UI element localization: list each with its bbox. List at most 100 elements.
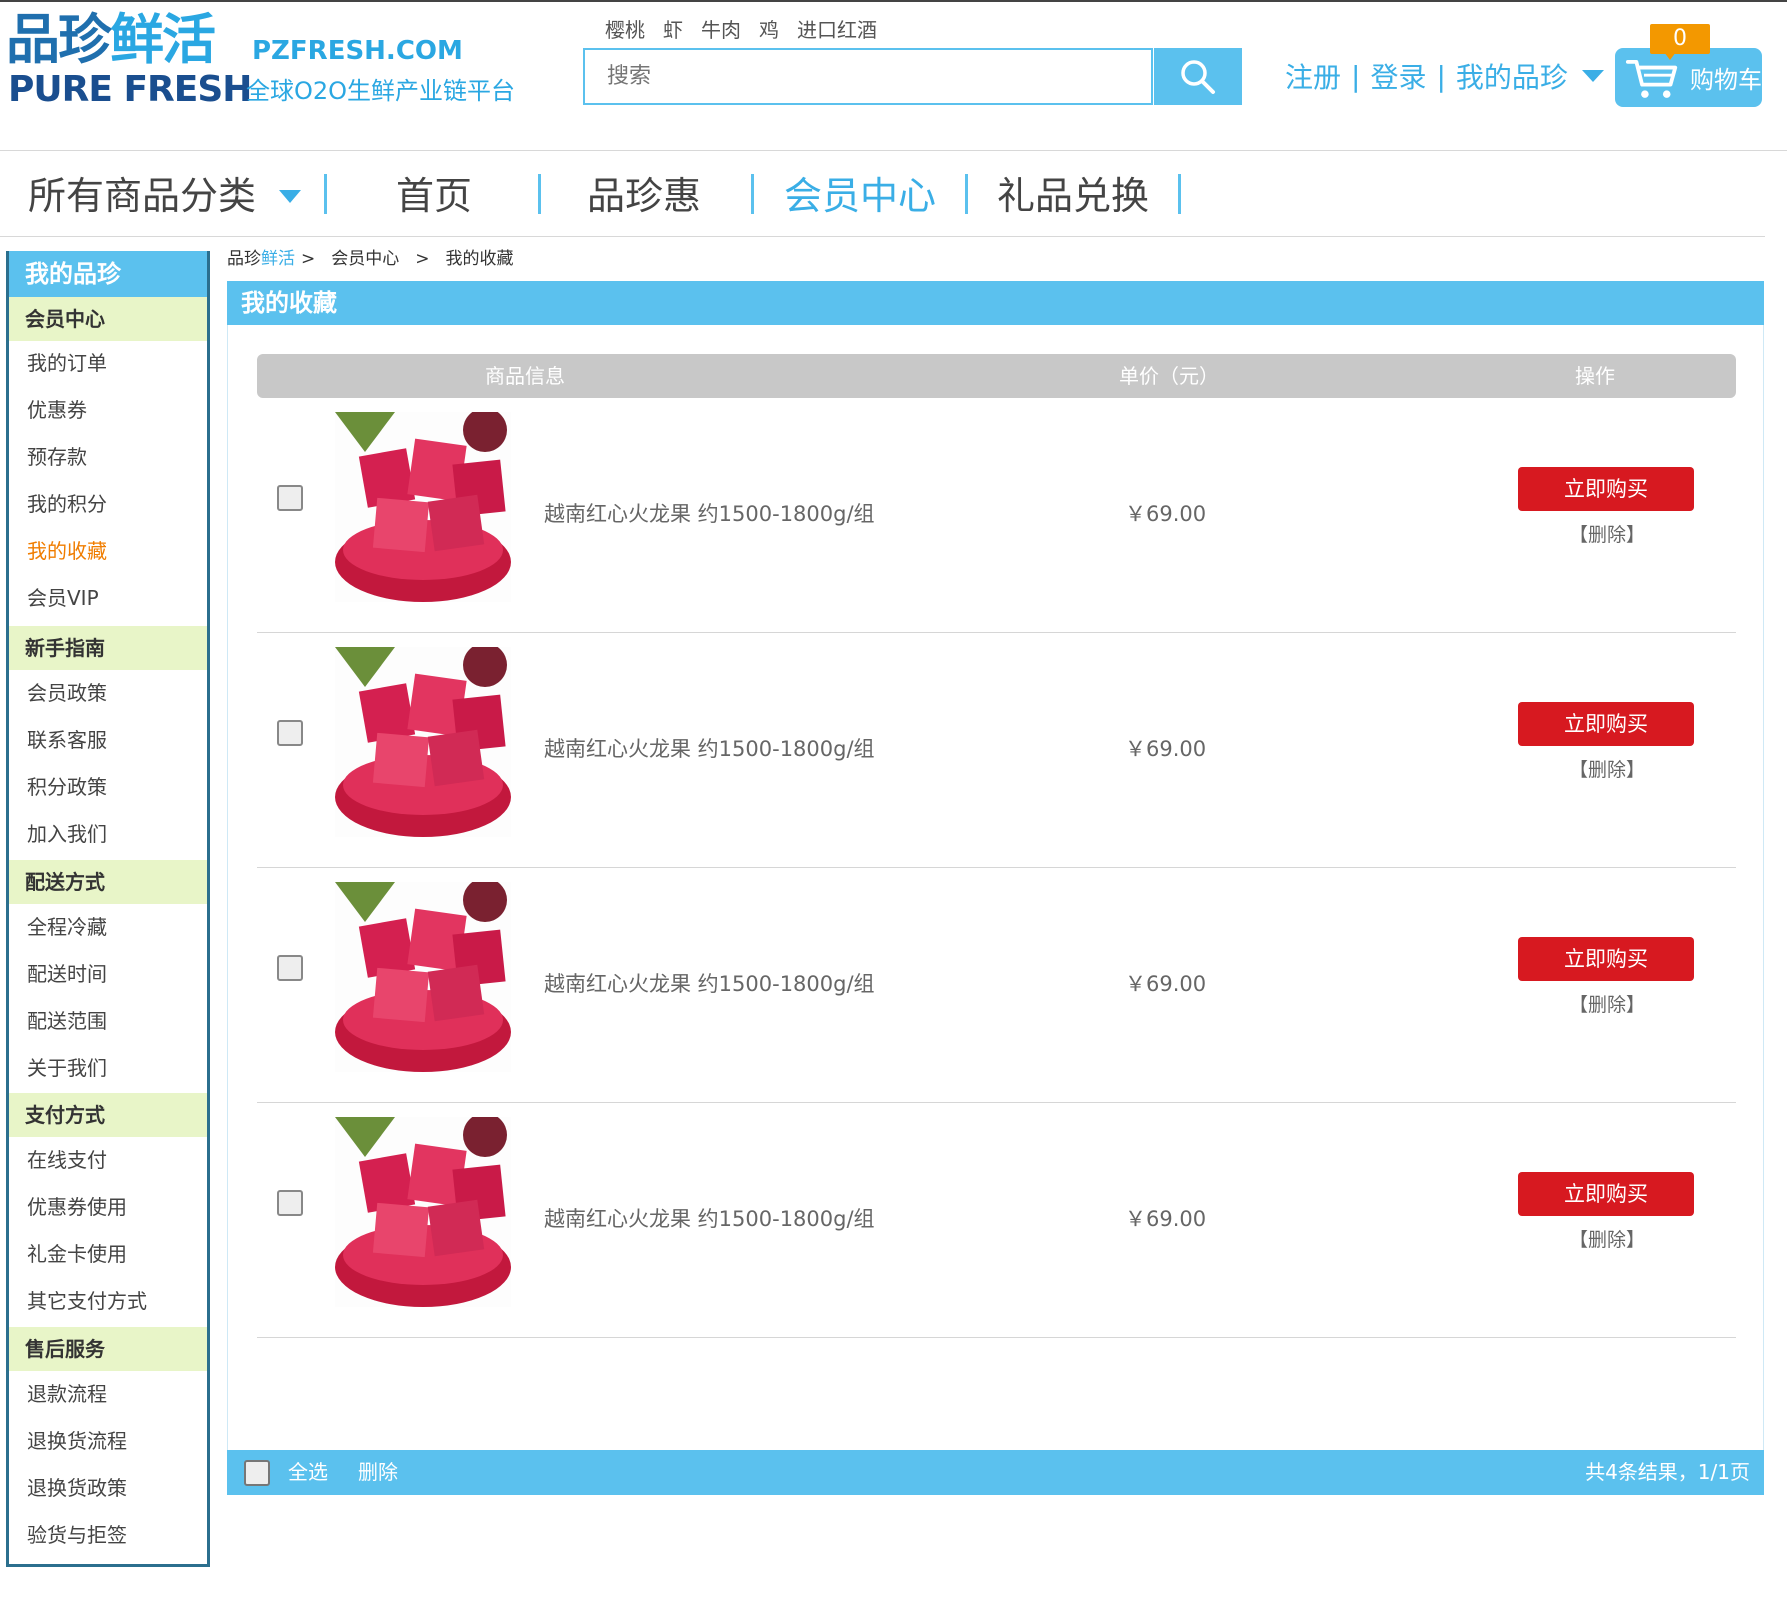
column-header-info: 商品信息 <box>485 364 565 388</box>
sidebar-item-about-us[interactable]: 关于我们 <box>9 1048 207 1088</box>
row-checkbox[interactable] <box>277 720 303 746</box>
nav-divider-line <box>0 236 1765 237</box>
separator: | <box>1436 59 1446 93</box>
product-price: ￥69.00 <box>1125 1207 1207 1231</box>
nav-gift-exchange[interactable]: 礼品兑换 <box>997 172 1149 220</box>
breadcrumb: 品珍鲜活 > 会员中心 > 我的收藏 <box>227 247 514 271</box>
register-link[interactable]: 注册 <box>1285 56 1341 96</box>
search-icon <box>1181 59 1215 94</box>
table-row: 越南红心火龙果 约1500-1800g/组 ￥69.00 立即购买 【删除】 <box>257 868 1736 1103</box>
breadcrumb-sep: > <box>415 249 430 269</box>
product-image[interactable] <box>335 882 511 1072</box>
sidebar-item-coupons[interactable]: 优惠券 <box>9 390 207 430</box>
sidebar-item-join-us[interactable]: 加入我们 <box>9 814 207 854</box>
sidebar-item-vip[interactable]: 会员VIP <box>9 578 207 618</box>
hot-word[interactable]: 樱桃 <box>605 14 645 44</box>
page-title: 我的收藏 <box>227 281 1764 325</box>
sidebar-item-member-policy[interactable]: 会员政策 <box>9 673 207 713</box>
product-image[interactable] <box>335 647 511 837</box>
buy-now-button[interactable]: 立即购买 <box>1518 467 1694 511</box>
logo-english: PURE FRESH <box>8 69 252 110</box>
row-checkbox[interactable] <box>277 955 303 981</box>
product-price: ￥69.00 <box>1125 972 1207 996</box>
logo[interactable]: 品珍鲜活 <box>6 10 216 70</box>
nav-divider <box>538 174 541 214</box>
cart-icon <box>1625 59 1678 98</box>
sidebar-item-delivery-time[interactable]: 配送时间 <box>9 954 207 994</box>
login-link[interactable]: 登录 <box>1370 56 1426 96</box>
hot-search-words: 樱桃 虾 牛肉 鸡 进口红酒 <box>605 14 877 44</box>
caret-down-icon[interactable] <box>1581 70 1604 82</box>
buy-now-button[interactable]: 立即购买 <box>1518 1172 1694 1216</box>
table-header: 商品信息 单价（元） 操作 <box>257 354 1736 398</box>
breadcrumb-member-center[interactable]: 会员中心 <box>331 247 399 271</box>
sidebar: 我的品珍 会员中心 我的订单 优惠券 预存款 我的积分 我的收藏 会员VIP 新… <box>6 251 210 1567</box>
my-pinzhen-link[interactable]: 我的品珍 <box>1456 56 1568 96</box>
sidebar-item-favorites[interactable]: 我的收藏 <box>9 531 207 571</box>
sidebar-item-refund[interactable]: 退款流程 <box>9 1374 207 1414</box>
result-summary: 共4条结果，1/1页 <box>1585 1460 1750 1484</box>
sidebar-item-return-policy[interactable]: 退换货政策 <box>9 1468 207 1508</box>
sidebar-item-delivery-range[interactable]: 配送范围 <box>9 1001 207 1041</box>
sidebar-item-points[interactable]: 我的积分 <box>9 484 207 524</box>
product-name[interactable]: 越南红心火龙果 约1500-1800g/组 <box>544 968 875 998</box>
sidebar-group-member: 会员中心 <box>9 297 207 341</box>
sidebar-item-other-pay[interactable]: 其它支付方式 <box>9 1281 207 1321</box>
sidebar-item-online-pay[interactable]: 在线支付 <box>9 1140 207 1180</box>
sidebar-group-delivery: 配送方式 <box>9 860 207 904</box>
sidebar-item-coupon-use[interactable]: 优惠券使用 <box>9 1187 207 1227</box>
nav-all-categories[interactable]: 所有商品分类 <box>28 172 256 220</box>
nav-pinzhen-hui[interactable]: 品珍惠 <box>587 172 701 220</box>
sidebar-title: 我的品珍 <box>9 251 207 297</box>
sidebar-item-points-policy[interactable]: 积分政策 <box>9 767 207 807</box>
sidebar-item-cold-chain[interactable]: 全程冷藏 <box>9 907 207 947</box>
sidebar-item-orders[interactable]: 我的订单 <box>9 343 207 383</box>
dragon-fruit-image <box>335 1117 511 1307</box>
nav-home[interactable]: 首页 <box>396 172 472 220</box>
favorites-footer-bar: 全选 删除 共4条结果，1/1页 <box>227 1450 1764 1495</box>
sidebar-group-guide: 新手指南 <box>9 626 207 670</box>
table-row: 越南红心火龙果 约1500-1800g/组 ￥69.00 立即购买 【删除】 <box>257 398 1736 633</box>
sidebar-item-return-flow[interactable]: 退换货流程 <box>9 1421 207 1461</box>
bulk-delete-button[interactable]: 删除 <box>358 1450 398 1495</box>
select-all-label[interactable]: 全选 <box>288 1450 328 1495</box>
hot-word[interactable]: 虾 <box>663 14 683 44</box>
buy-now-button[interactable]: 立即购买 <box>1518 702 1694 746</box>
product-price: ￥69.00 <box>1125 737 1207 761</box>
table-row: 越南红心火龙果 约1500-1800g/组 ￥69.00 立即购买 【删除】 <box>257 633 1736 868</box>
caret-down-icon[interactable] <box>279 190 301 203</box>
buy-now-button[interactable]: 立即购买 <box>1518 937 1694 981</box>
cart-button[interactable]: 购物车 <box>1615 48 1762 107</box>
search-input[interactable] <box>585 50 1155 103</box>
nav-member-center[interactable]: 会员中心 <box>784 172 936 220</box>
delete-link[interactable]: 【删除】 <box>1557 520 1657 547</box>
search-box <box>583 48 1155 105</box>
delete-link[interactable]: 【删除】 <box>1557 1225 1657 1252</box>
breadcrumb-root[interactable]: 品珍鲜活 <box>227 247 295 271</box>
dragon-fruit-image <box>335 647 511 837</box>
product-name[interactable]: 越南红心火龙果 约1500-1800g/组 <box>544 1203 875 1233</box>
delete-link[interactable]: 【删除】 <box>1557 755 1657 782</box>
product-image[interactable] <box>335 412 511 602</box>
hot-word[interactable]: 进口红酒 <box>797 14 877 44</box>
row-checkbox[interactable] <box>277 485 303 511</box>
sidebar-item-contact[interactable]: 联系客服 <box>9 720 207 760</box>
search-button[interactable] <box>1154 48 1242 105</box>
product-name[interactable]: 越南红心火龙果 约1500-1800g/组 <box>544 498 875 528</box>
breadcrumb-current: 我的收藏 <box>445 249 514 269</box>
sidebar-item-gift-card[interactable]: 礼金卡使用 <box>9 1234 207 1274</box>
hot-word[interactable]: 牛肉 <box>701 14 741 44</box>
table-row: 越南红心火龙果 约1500-1800g/组 ￥69.00 立即购买 【删除】 <box>257 1103 1736 1338</box>
product-image[interactable] <box>335 1117 511 1307</box>
hot-word[interactable]: 鸡 <box>759 14 779 44</box>
row-checkbox[interactable] <box>277 1190 303 1216</box>
delete-link[interactable]: 【删除】 <box>1557 990 1657 1017</box>
breadcrumb-sep: > <box>301 249 316 269</box>
select-all-checkbox[interactable] <box>244 1460 270 1486</box>
sidebar-item-inspection[interactable]: 验货与拒签 <box>9 1515 207 1555</box>
top-border <box>0 0 1787 2</box>
product-name[interactable]: 越南红心火龙果 约1500-1800g/组 <box>544 733 875 763</box>
nav-divider <box>965 174 968 214</box>
sidebar-item-deposit[interactable]: 预存款 <box>9 437 207 477</box>
dragon-fruit-image <box>335 882 511 1072</box>
